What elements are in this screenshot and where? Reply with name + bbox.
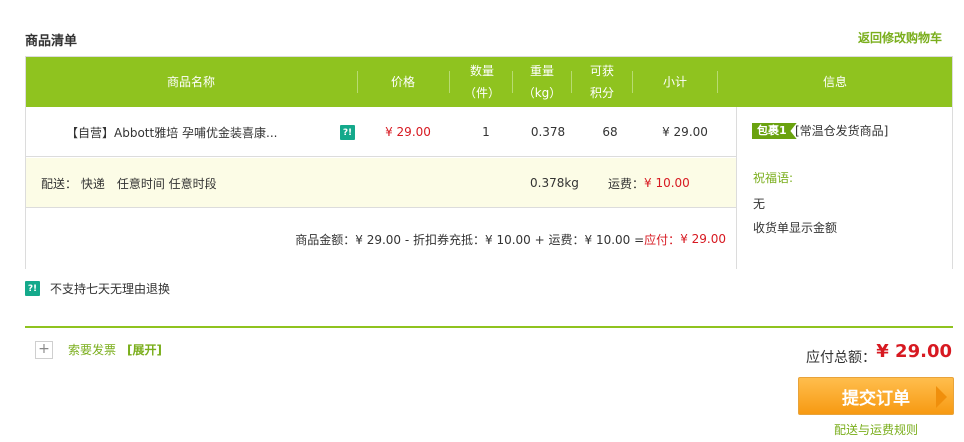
greeting-value: 无 bbox=[753, 197, 766, 211]
question-tag-icon[interactable]: ?! bbox=[340, 125, 355, 140]
receipt-note: 收货单显示金额 bbox=[753, 221, 838, 235]
question-tag-icon: ?! bbox=[25, 281, 40, 296]
page-title: 商品清单 bbox=[25, 34, 78, 49]
col-info-header: 信息 bbox=[822, 75, 847, 89]
amount-due-value: ¥ 29.00 bbox=[680, 232, 726, 246]
table-row: 【自营】Abbott雅培 孕哺优金装喜康... ¥ 29.00 1 0.378 … bbox=[26, 107, 736, 157]
arrow-right-icon bbox=[936, 386, 947, 408]
invoice-plus-icon[interactable]: + bbox=[35, 341, 53, 359]
col-qty-header: 数量 （件） bbox=[450, 57, 514, 107]
total-due-label: 应付总额： bbox=[806, 350, 876, 366]
delivery-method: 配送： 快递 任意时间 任意时段 bbox=[41, 176, 217, 191]
amount-due-label: 应付： bbox=[644, 232, 681, 247]
return-policy-notice: ?! 不支持七天无理由退换 bbox=[25, 280, 170, 297]
return-policy-text: 不支持七天无理由退换 bbox=[50, 282, 171, 296]
delivery-weight: 0.378kg bbox=[530, 176, 579, 190]
delivery-fee: 运费： ¥ 10.00 bbox=[608, 158, 690, 208]
amount-breakdown: 商品金额：¥ 29.00 - 折扣券充抵：¥ 10.00 + 运费：¥ 10.0… bbox=[295, 232, 645, 247]
amount-summary-row: 商品金额：¥ 29.00 - 折扣券充抵：¥ 10.00 + 运费：¥ 10.0… bbox=[26, 209, 736, 269]
amount-summary: 商品金额：¥ 29.00 - 折扣券充抵：¥ 10.00 + 运费：¥ 10.0… bbox=[295, 209, 726, 269]
col-weight-header: 重量 （kg） bbox=[513, 57, 571, 107]
delivery-fee-value: ¥ 10.00 bbox=[644, 176, 690, 190]
package-badge: 包裹1 bbox=[752, 123, 797, 139]
col-qty-header-line1: 数量 bbox=[469, 64, 494, 78]
order-table: 商品名称 价格 数量 （件） 重量 （kg） 可获 积分 小计 信息 【自营】A… bbox=[25, 56, 953, 269]
item-price: ¥ 29.00 bbox=[385, 125, 431, 139]
col-price-header: 价格 bbox=[390, 75, 415, 89]
col-name-header: 商品名称 bbox=[166, 75, 215, 89]
invoice-expand-link[interactable]: [展开] bbox=[127, 341, 162, 358]
item-name[interactable]: 【自营】Abbott雅培 孕哺优金装喜康... bbox=[66, 107, 336, 157]
col-subtotal-header: 小计 bbox=[662, 75, 687, 89]
table-header: 商品名称 价格 数量 （件） 重量 （kg） 可获 积分 小计 信息 bbox=[26, 57, 952, 107]
col-points-header-line2: 积分 bbox=[589, 86, 614, 100]
delivery-fee-label: 运费： bbox=[608, 176, 645, 191]
col-weight-header-line1: 重量 bbox=[529, 64, 554, 78]
col-points-header: 可获 积分 bbox=[572, 57, 632, 107]
package-info: 包裹1 [常温仓发货商品] 祝福语: 无 收货单显示金额 bbox=[736, 107, 952, 269]
invoice-request-label: 索要发票 bbox=[68, 343, 117, 357]
col-qty-header-line2: （件） bbox=[463, 86, 500, 100]
delivery-row: 配送： 快递 任意时间 任意时段 0.378kg 运费： ¥ 10.00 bbox=[26, 158, 736, 208]
package-type: [常温仓发货商品] bbox=[795, 124, 889, 138]
col-points-header-line1: 可获 bbox=[589, 64, 614, 78]
item-points: 68 bbox=[602, 125, 618, 139]
item-weight: 0.378 bbox=[530, 125, 566, 139]
back-to-cart-link[interactable]: 返回修改购物车 bbox=[858, 29, 942, 46]
submit-order-button[interactable]: 提交订单 bbox=[798, 377, 954, 415]
col-weight-header-line2: （kg） bbox=[522, 86, 562, 100]
submit-order-label: 提交订单 bbox=[842, 388, 910, 409]
item-qty: 1 bbox=[482, 125, 490, 139]
total-due-value: ¥ 29.00 bbox=[876, 341, 952, 362]
greeting-label: 祝福语: bbox=[753, 171, 794, 185]
shipping-rules-link[interactable]: 配送与运费规则 bbox=[834, 421, 918, 438]
divider bbox=[25, 326, 953, 328]
item-subtotal: ¥ 29.00 bbox=[662, 125, 708, 139]
